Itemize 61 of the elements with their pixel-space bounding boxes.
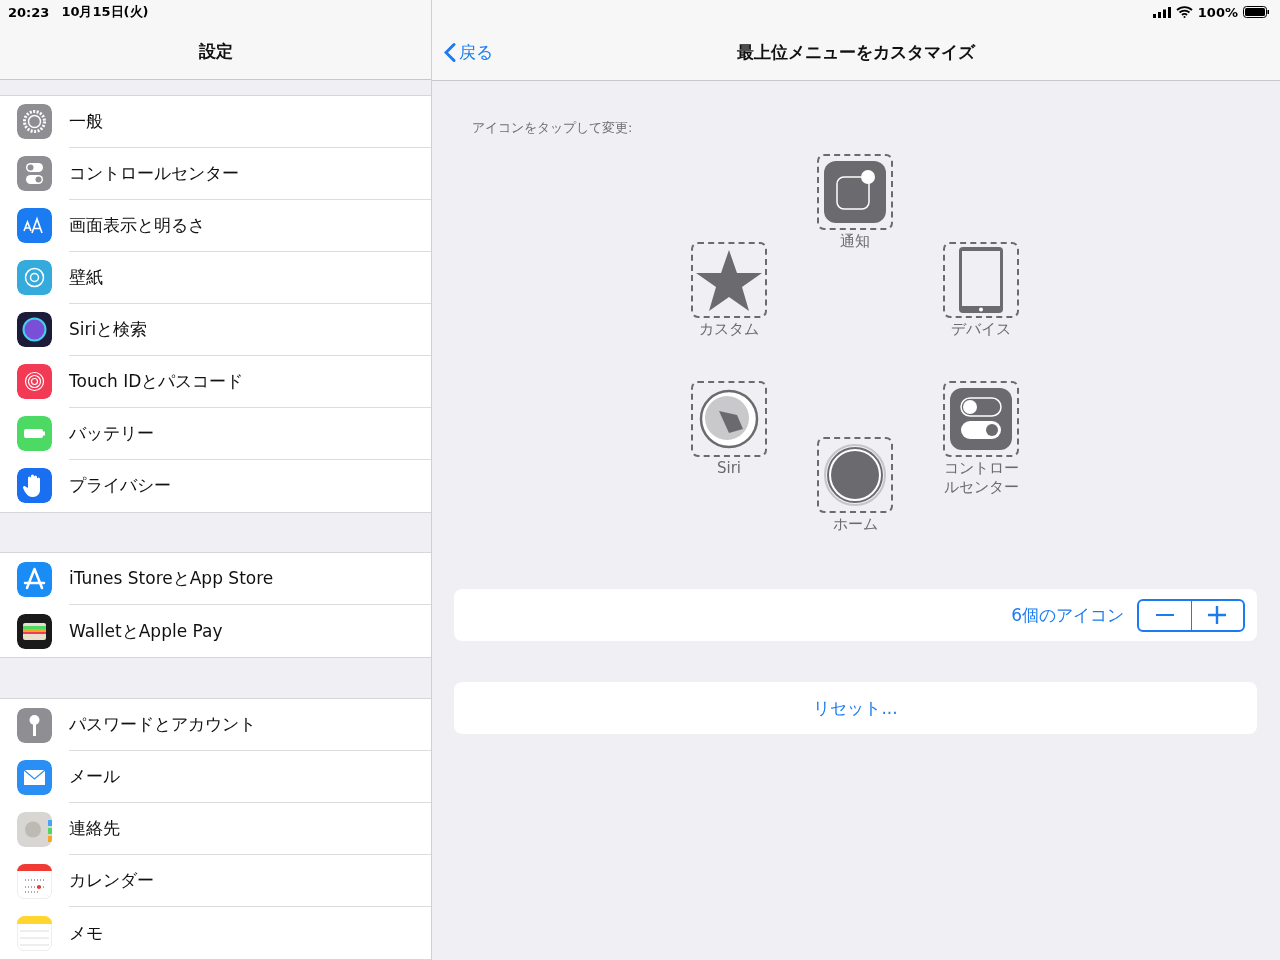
battery-icon [1243, 6, 1270, 18]
settings-item[interactable]: iTunes StoreとApp Store [69, 567, 274, 591]
status-time: 20:23 [8, 4, 50, 20]
wifi-icon [1175, 6, 1193, 18]
settings-item[interactable]: バッテリー [69, 421, 154, 445]
menu-icon-label: Siri [716, 459, 742, 478]
settings-item[interactable]: Siriと検索 [69, 317, 148, 341]
orb-icon [17, 312, 52, 348]
settings-item[interactable]: 画面表示と明るさ [69, 213, 205, 237]
menu-icon-slot[interactable] [691, 242, 767, 318]
settings-item[interactable]: 連絡先 [69, 817, 120, 840]
sidebar-title: 設定 [198, 40, 233, 64]
menu-icon-label: ホーム [831, 515, 879, 534]
star-icon [694, 248, 764, 312]
back-link[interactable]: 戻る [444, 40, 493, 64]
contacts-icon [17, 811, 52, 847]
menu-icon-label: デバイス [950, 320, 1012, 339]
tablet-icon [958, 246, 1004, 314]
settings-item[interactable]: メール [69, 765, 120, 788]
battery-percent: 100% [1197, 4, 1238, 20]
gear-icon [17, 104, 52, 140]
settings-item[interactable]: パスワードとアカウント [69, 713, 256, 736]
instruction-text: アイコンをタップして変更: [472, 119, 634, 137]
menu-icon-slot[interactable] [943, 381, 1019, 457]
notification-icon [824, 161, 886, 223]
hand-icon [17, 468, 52, 504]
reset-button[interactable]: リセット... [454, 682, 1257, 734]
battery-icon [17, 416, 52, 452]
minus-icon [1155, 614, 1174, 616]
wallet-icon [17, 613, 52, 649]
menu-icon-label: コントロールセンター [942, 459, 1020, 497]
settings-item[interactable]: 壁紙 [69, 265, 103, 289]
menu-icon-slot[interactable] [817, 437, 893, 513]
letters-icon [17, 208, 52, 244]
signal-icon [1152, 6, 1171, 18]
settings-item[interactable]: プライバシー [69, 474, 171, 498]
plus-icon [1208, 606, 1227, 624]
settings-item[interactable]: カレンダー [69, 869, 154, 892]
settings-item[interactable]: メモ [69, 921, 103, 945]
toggles-icon [950, 388, 1012, 450]
settings-item[interactable]: 一般 [69, 109, 103, 133]
status-date: 10月15日(火) [61, 3, 149, 21]
settings-item[interactable]: コントロールセンター [69, 161, 239, 185]
menu-icon-label: カスタム [698, 320, 760, 339]
app-store-icon [17, 561, 52, 597]
settings-item[interactable]: Touch IDとパスコード [69, 369, 244, 393]
page-title: 最上位メニューをカスタマイズ [737, 40, 975, 64]
toggles-icon [17, 156, 52, 192]
menu-icon-slot[interactable] [943, 242, 1019, 318]
notes-icon [17, 915, 52, 951]
settings-item[interactable]: WalletとApple Pay [69, 619, 223, 643]
envelope-icon [17, 759, 52, 795]
key-icon [17, 707, 52, 743]
menu-icon-label: 通知 [839, 232, 871, 251]
menu-icon-slot[interactable] [691, 381, 767, 457]
siri-orb-icon [699, 389, 759, 449]
home-button-icon [824, 444, 886, 506]
calendar-icon [17, 863, 52, 899]
chevron-left-icon [444, 42, 456, 62]
icon-count-text: 6個のアイコン [1011, 603, 1124, 627]
menu-icon-slot[interactable] [817, 154, 893, 230]
